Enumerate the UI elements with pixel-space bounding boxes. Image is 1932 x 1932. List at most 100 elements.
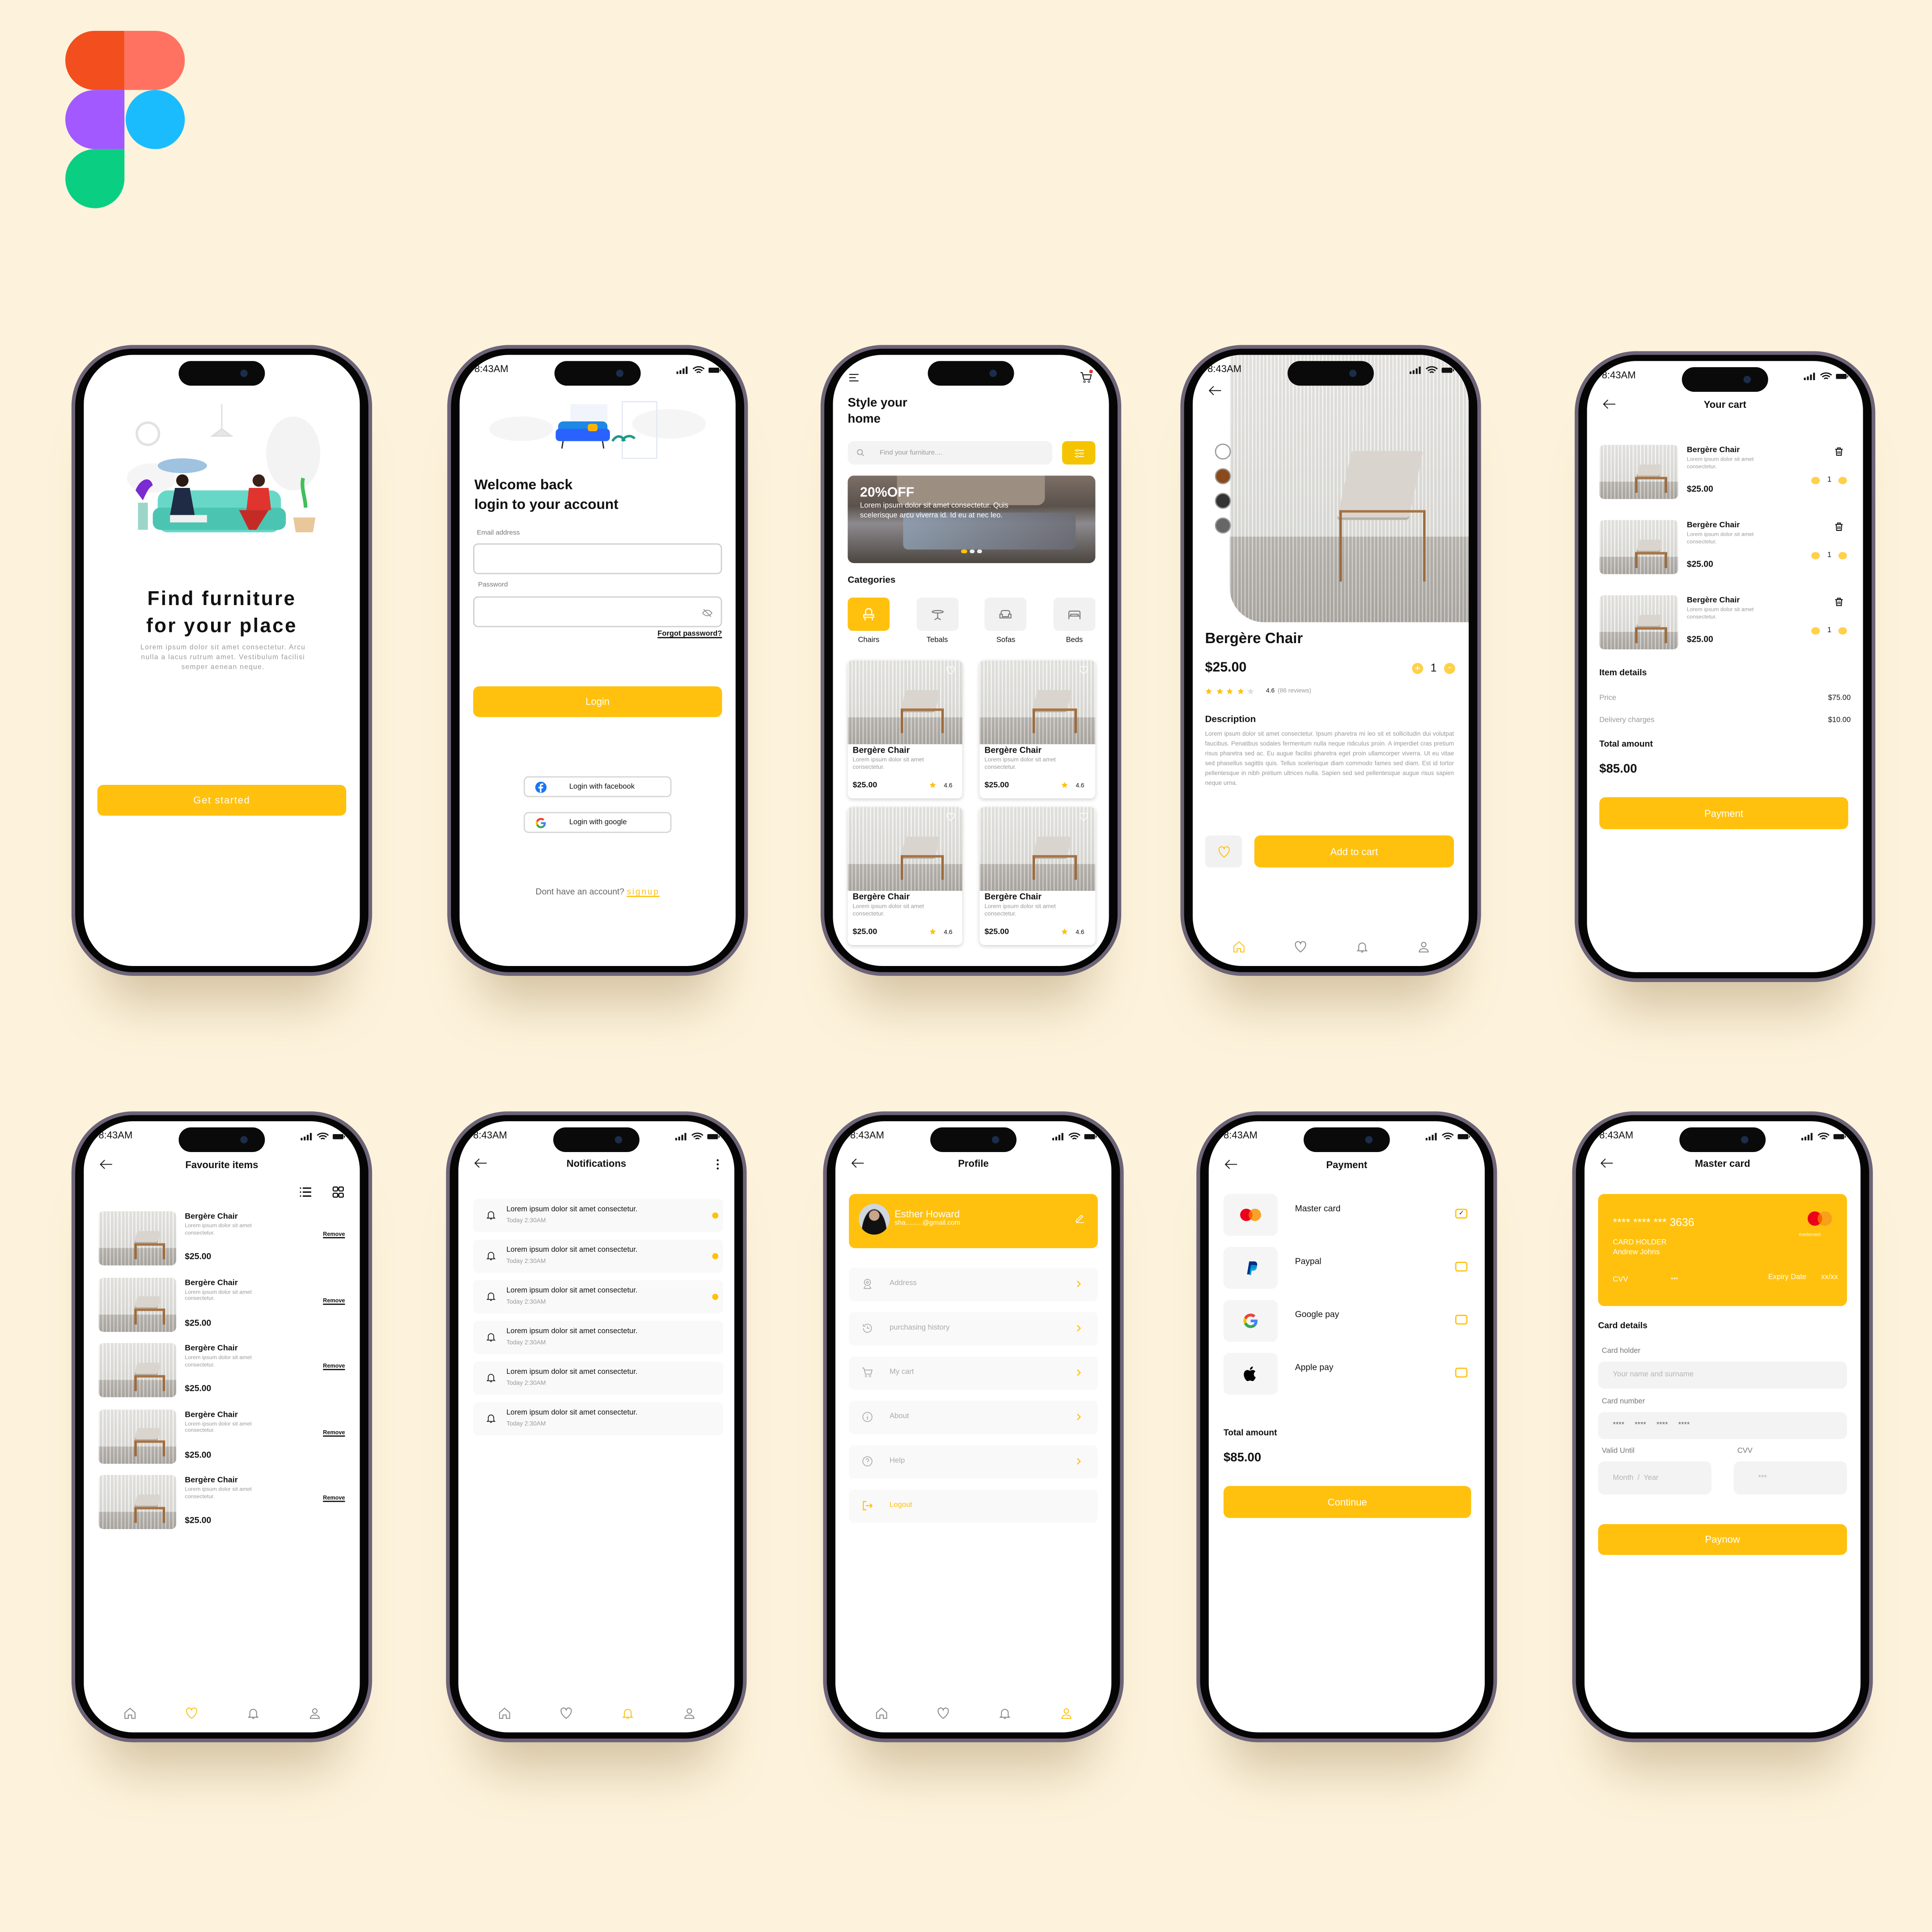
payment-checkbox[interactable]: ✓ <box>1455 1262 1468 1272</box>
decrease-button[interactable] <box>1839 477 1847 484</box>
get-started-button[interactable]: Get started <box>97 784 347 816</box>
remove-link[interactable]: Remove <box>323 1495 345 1501</box>
grid-view-icon[interactable] <box>331 1185 345 1199</box>
notification-item[interactable]: Lorem ipsum dolor sit amet consectetur. … <box>473 1199 724 1233</box>
payment-method[interactable]: Master card ✓ <box>1223 1194 1473 1236</box>
color-swatch[interactable] <box>1215 443 1231 460</box>
trash-icon[interactable] <box>1834 446 1845 457</box>
remove-link[interactable]: Remove <box>323 1297 345 1303</box>
nav-user-icon[interactable] <box>682 1706 695 1719</box>
trash-icon[interactable] <box>1834 596 1845 607</box>
category-tile[interactable] <box>847 597 890 631</box>
edit-icon[interactable] <box>1074 1212 1085 1224</box>
remove-link[interactable]: Remove <box>323 1231 345 1237</box>
color-swatch[interactable] <box>1215 468 1231 484</box>
signup-link[interactable]: signup <box>627 888 659 897</box>
paynow-button[interactable]: Paynow <box>1598 1524 1847 1555</box>
category-tile[interactable] <box>985 597 1027 631</box>
nav-user-icon[interactable] <box>1059 1706 1072 1719</box>
nav-heart-icon[interactable] <box>559 1706 572 1719</box>
nav-heart-icon[interactable] <box>1293 940 1306 953</box>
increase-button[interactable] <box>1811 477 1820 484</box>
profile-menu-item[interactable]: About <box>849 1401 1098 1434</box>
login-google-button[interactable]: Login with google <box>523 812 672 833</box>
nav-bell-icon[interactable] <box>997 1706 1011 1719</box>
continue-button[interactable]: Continue <box>1223 1486 1471 1518</box>
password-field[interactable] <box>473 596 722 627</box>
payment-method[interactable]: Paypal ✓ <box>1223 1247 1473 1289</box>
profile-menu-item[interactable]: Address <box>849 1267 1098 1301</box>
card-holder-input[interactable]: Your name and surname <box>1598 1361 1847 1389</box>
payment-button[interactable]: Payment <box>1599 797 1848 830</box>
nav-home-icon[interactable] <box>874 1706 888 1719</box>
category-item[interactable]: Sofas <box>985 597 1027 644</box>
profile-menu-item[interactable]: Help <box>849 1445 1098 1479</box>
notification-item[interactable]: Lorem ipsum dolor sit amet consectetur. … <box>473 1239 724 1273</box>
category-item[interactable]: Chairs <box>847 597 890 644</box>
category-tile[interactable] <box>916 597 958 631</box>
favourite-heart-icon[interactable] <box>945 812 956 822</box>
category-item[interactable]: Tebals <box>916 597 958 644</box>
product-card[interactable]: Bergère Chair Lorem ipsum dolor sit amet… <box>847 660 962 799</box>
product-card[interactable]: Bergère Chair Lorem ipsum dolor sit amet… <box>847 807 962 945</box>
nav-home-icon[interactable] <box>123 1706 136 1719</box>
decrease-button[interactable] <box>1839 552 1847 559</box>
search-input[interactable]: Find your furniture.... <box>847 441 1052 465</box>
nav-user-icon[interactable] <box>1416 940 1430 953</box>
nav-home-icon[interactable] <box>497 1706 511 1719</box>
valid-until-input[interactable]: Month / Year <box>1598 1461 1712 1495</box>
nav-home-icon[interactable] <box>1232 940 1245 953</box>
nav-user-icon[interactable] <box>307 1706 321 1719</box>
color-swatch[interactable] <box>1215 517 1231 534</box>
favourite-heart-icon[interactable] <box>1078 665 1089 675</box>
payment-method[interactable]: Google pay ✓ <box>1223 1300 1473 1342</box>
more-options-icon[interactable] <box>716 1158 720 1171</box>
profile-card[interactable]: Esther Howard sha.........@gmail.com <box>849 1194 1098 1248</box>
login-facebook-button[interactable]: Login with facebook <box>523 776 672 797</box>
category-tile[interactable] <box>1053 597 1096 631</box>
email-field[interactable] <box>473 543 722 574</box>
remove-link[interactable]: Remove <box>323 1429 345 1435</box>
eye-off-icon[interactable] <box>701 607 714 619</box>
profile-menu-item[interactable]: purchasing history <box>849 1312 1098 1346</box>
decrease-button[interactable] <box>1839 627 1847 635</box>
payment-checkbox[interactable]: ✓ <box>1455 1208 1468 1219</box>
nav-bell-icon[interactable] <box>246 1706 259 1719</box>
filter-button[interactable] <box>1062 441 1096 465</box>
list-view-icon[interactable] <box>298 1185 313 1199</box>
login-button[interactable]: Login <box>473 686 722 717</box>
promo-banner[interactable]: 20%OFF Lorem ipsum dolor sit amet consec… <box>847 475 1096 564</box>
logout-button[interactable]: Logout <box>849 1489 1098 1523</box>
nav-heart-icon[interactable] <box>936 1706 949 1719</box>
category-item[interactable]: Beds <box>1053 597 1096 644</box>
cvv-input[interactable]: *** <box>1733 1461 1847 1495</box>
remove-link[interactable]: Remove <box>323 1363 345 1369</box>
notification-item[interactable]: Lorem ipsum dolor sit amet consectetur. … <box>473 1280 724 1313</box>
menu-icon[interactable] <box>848 372 860 383</box>
card-number-input[interactable]: **** **** **** **** <box>1598 1412 1847 1439</box>
notification-item[interactable]: Lorem ipsum dolor sit amet consectetur. … <box>473 1321 724 1354</box>
notification-item[interactable]: Lorem ipsum dolor sit amet consectetur. … <box>473 1361 724 1395</box>
favourite-button[interactable] <box>1205 835 1242 868</box>
favourite-heart-icon[interactable] <box>945 665 956 675</box>
decrease-button[interactable]: - <box>1444 661 1455 674</box>
favourite-heart-icon[interactable] <box>1078 812 1089 822</box>
notification-item[interactable]: Lorem ipsum dolor sit amet consectetur. … <box>473 1402 724 1436</box>
nav-bell-icon[interactable] <box>620 1706 634 1719</box>
forgot-password-link[interactable]: Forgot password? <box>657 631 722 639</box>
color-swatch[interactable] <box>1215 493 1231 509</box>
profile-menu-item[interactable]: My cart <box>849 1356 1098 1390</box>
increase-button[interactable] <box>1811 627 1820 635</box>
trash-icon[interactable] <box>1834 521 1845 532</box>
nav-heart-icon[interactable] <box>184 1706 198 1719</box>
add-to-cart-button[interactable]: Add to cart <box>1254 835 1454 868</box>
product-card[interactable]: Bergère Chair Lorem ipsum dolor sit amet… <box>979 807 1096 945</box>
increase-button[interactable]: + <box>1412 662 1424 674</box>
nav-bell-icon[interactable] <box>1355 940 1368 953</box>
increase-button[interactable] <box>1811 552 1820 559</box>
payment-checkbox[interactable]: ✓ <box>1455 1368 1468 1378</box>
back-arrow-icon[interactable] <box>1208 385 1222 397</box>
payment-method[interactable]: Apple pay ✓ <box>1223 1353 1473 1395</box>
payment-checkbox[interactable]: ✓ <box>1455 1314 1468 1325</box>
product-card[interactable]: Bergère Chair Lorem ipsum dolor sit amet… <box>979 660 1096 799</box>
